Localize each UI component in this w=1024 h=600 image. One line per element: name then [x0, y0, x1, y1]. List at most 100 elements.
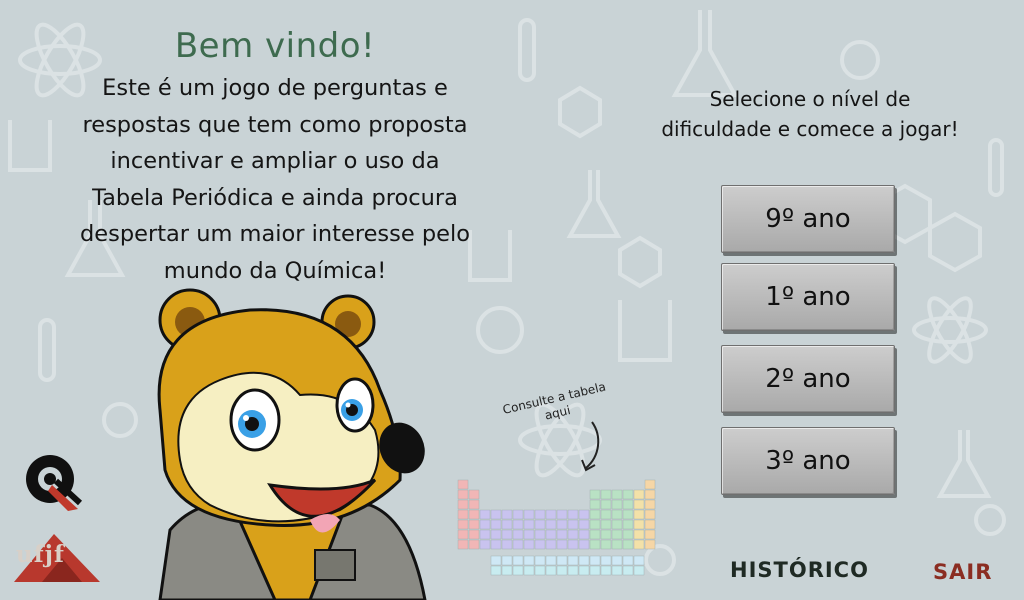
periodic-cell — [589, 539, 601, 550]
periodic-cell — [556, 509, 568, 520]
periodic-cell — [479, 519, 491, 530]
periodic-cell — [578, 539, 590, 550]
level-1-ano-button[interactable]: 1º ano — [721, 263, 895, 331]
periodic-cell — [523, 519, 535, 530]
periodic-cell — [457, 519, 469, 530]
level-select-prompt: Selecione o nível de dificuldade e comec… — [630, 84, 990, 144]
periodic-cell — [578, 529, 590, 540]
exit-button[interactable]: SAIR — [933, 560, 992, 584]
periodic-cell — [490, 519, 502, 530]
periodic-cell — [468, 519, 480, 530]
periodic-cell — [633, 529, 645, 540]
periodic-cell — [622, 519, 634, 530]
periodic-cell — [567, 555, 579, 566]
periodic-cell — [622, 539, 634, 550]
periodic-cell — [622, 509, 634, 520]
periodic-cell — [600, 555, 612, 566]
periodic-cell — [600, 539, 612, 550]
periodic-cell — [622, 499, 634, 510]
periodic-cell — [534, 565, 546, 576]
periodic-cell — [468, 499, 480, 510]
curved-arrow-icon — [581, 421, 600, 472]
periodic-cell — [600, 509, 612, 520]
intro-line: Este é um jogo de perguntas e — [102, 75, 448, 101]
periodic-cell — [644, 539, 656, 550]
level-9-ano-button[interactable]: 9º ano — [721, 185, 895, 253]
level-3-ano-button[interactable]: 3º ano — [721, 427, 895, 495]
periodic-cell — [545, 509, 557, 520]
periodic-cell — [457, 499, 469, 510]
periodic-cell — [600, 499, 612, 510]
intro-line: Tabela Periódica e ainda procura — [92, 184, 458, 211]
periodic-cell — [622, 555, 634, 566]
periodic-cell — [633, 499, 645, 510]
periodic-cell — [457, 479, 469, 490]
periodic-cell — [501, 539, 513, 550]
periodic-cell — [512, 519, 524, 530]
periodic-cell — [523, 539, 535, 550]
periodic-cell — [578, 565, 590, 576]
periodic-cell — [457, 509, 469, 520]
periodic-cell — [644, 519, 656, 530]
periodic-cell — [633, 555, 645, 566]
periodic-cell — [644, 509, 656, 520]
periodic-cell — [457, 529, 469, 540]
periodic-cell — [644, 489, 656, 500]
intro-line: respostas que tem como proposta — [82, 111, 468, 138]
periodic-cell — [501, 529, 513, 540]
periodic-cell — [633, 489, 645, 500]
periodic-cell — [534, 509, 546, 520]
periodic-cell — [578, 509, 590, 520]
periodic-cell — [556, 555, 568, 566]
periodic-cell — [567, 529, 579, 540]
periodic-cell — [512, 555, 524, 566]
periodic-cell — [567, 509, 579, 520]
periodic-cell — [633, 539, 645, 550]
periodic-cell — [622, 489, 634, 500]
periodic-cell — [589, 555, 601, 566]
periodic-cell — [479, 529, 491, 540]
periodic-cell — [545, 565, 557, 576]
ufjf-logo-text: ufjf — [16, 541, 65, 568]
level-2-ano-button[interactable]: 2º ano — [721, 345, 895, 413]
intro-line: incentivar e ampliar o uso da — [110, 148, 440, 174]
periodic-cell — [479, 509, 491, 520]
bear-mascot — [157, 288, 427, 600]
periodic-cell — [479, 539, 491, 550]
periodic-cell — [589, 509, 601, 520]
prompt-line: Selecione o nível de — [709, 87, 911, 111]
intro-line: despertar um maior interesse pelo — [79, 221, 471, 247]
periodic-cell — [501, 565, 513, 576]
periodic-cell — [468, 489, 480, 500]
periodic-cell — [534, 555, 546, 566]
periodic-cell — [589, 529, 601, 540]
periodic-cell — [545, 555, 557, 566]
periodic-cell — [490, 565, 502, 576]
periodic-cell — [468, 529, 480, 540]
periodic-cell — [490, 529, 502, 540]
periodic-cell — [556, 529, 568, 540]
periodic-cell — [501, 555, 513, 566]
periodic-cell — [556, 565, 568, 576]
periodic-cell — [589, 499, 601, 510]
periodic-cell — [523, 509, 535, 520]
q-logo — [26, 455, 83, 511]
periodic-cell — [556, 539, 568, 550]
periodic-cell — [468, 509, 480, 520]
periodic-cell — [501, 509, 513, 520]
periodic-cell — [523, 565, 535, 576]
periodic-cell — [622, 565, 634, 576]
periodic-cell — [622, 529, 634, 540]
periodic-cell — [600, 529, 612, 540]
periodic-cell — [644, 479, 656, 490]
welcome-title: Bem vindo! — [174, 26, 376, 66]
periodic-cell — [589, 565, 601, 576]
periodic-cell — [611, 555, 623, 566]
periodic-cell — [545, 539, 557, 550]
periodic-cell — [611, 489, 623, 500]
periodic-table-thumbnail[interactable] — [456, 478, 660, 582]
periodic-cell — [611, 539, 623, 550]
history-button[interactable]: HISTÓRICO — [730, 558, 869, 582]
periodic-cell — [490, 539, 502, 550]
periodic-cell — [512, 509, 524, 520]
